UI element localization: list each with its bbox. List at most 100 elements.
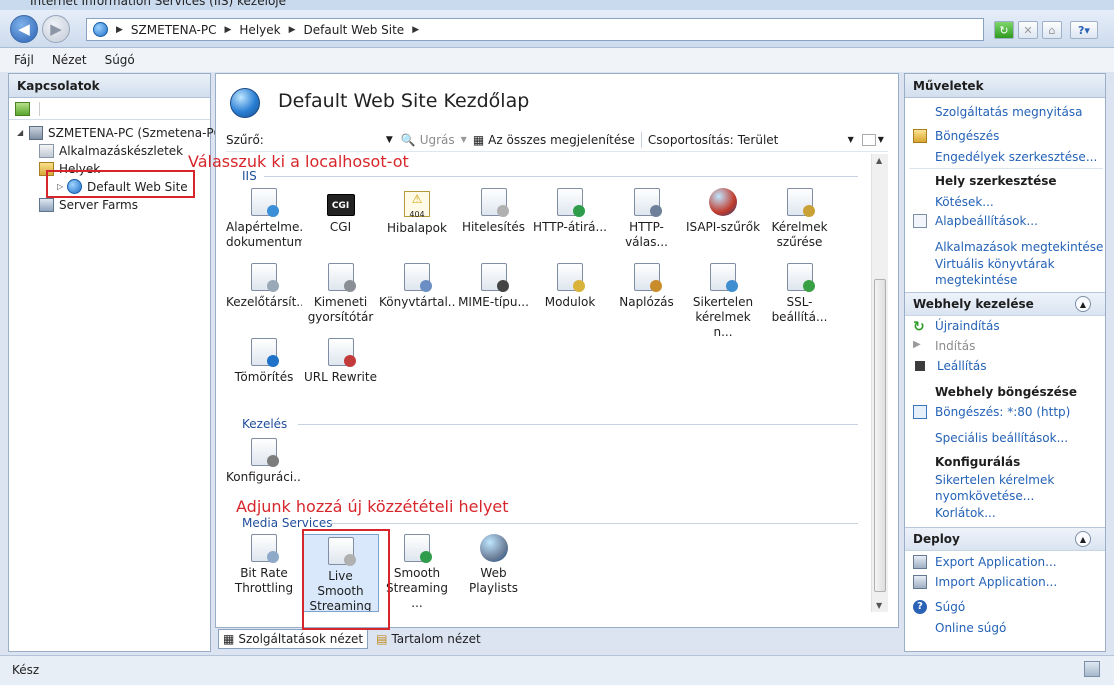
scroll-down-icon[interactable]: ▼ bbox=[876, 601, 882, 610]
basic-settings-link[interactable]: Alapbeállítások... bbox=[913, 214, 1038, 228]
cgi-icon: CGI bbox=[326, 194, 355, 216]
stop-icon[interactable]: ✕ bbox=[1018, 21, 1038, 39]
browse-link[interactable]: Böngészés bbox=[913, 129, 999, 143]
breadcrumb-separator-icon[interactable]: ▶ bbox=[224, 25, 231, 35]
breadcrumb-separator-icon[interactable]: ▶ bbox=[116, 25, 123, 35]
feature-mime-types[interactable]: MIME-típu... bbox=[456, 263, 532, 310]
go-icon: 🔍 bbox=[400, 132, 416, 147]
feature-directory-browsing[interactable]: Könyvtártal... bbox=[379, 263, 455, 310]
feature-label: Hitelesítés bbox=[461, 220, 526, 234]
home-icon[interactable]: ⌂ bbox=[1042, 21, 1062, 39]
feature-failed-request-tracing[interactable]: Sikertelen kérelmek n... bbox=[685, 263, 761, 340]
feature-authentication[interactable]: Hitelesítés bbox=[456, 188, 532, 235]
view-virtual-directories-link[interactable]: Virtuális könyvtárak megtekintése bbox=[935, 256, 1055, 288]
expanded-triangle-icon[interactable]: ◢ bbox=[17, 128, 29, 137]
refresh-icon[interactable]: ↻ bbox=[994, 21, 1014, 39]
feature-compression[interactable]: Tömörítés bbox=[226, 338, 302, 385]
view-mode-icon[interactable] bbox=[861, 133, 876, 146]
breadcrumb-site[interactable]: Default Web Site bbox=[304, 23, 405, 37]
actions-header: Műveletek bbox=[905, 74, 1105, 98]
forward-button[interactable]: ▶ bbox=[42, 15, 70, 43]
online-help-link[interactable]: Online súgó bbox=[935, 620, 1006, 636]
feature-configuration-editor[interactable]: Konfiguráci... bbox=[226, 438, 302, 485]
feature-smooth-streaming[interactable]: Smooth Streaming ... bbox=[379, 534, 455, 611]
limits-link[interactable]: Korlátok... bbox=[935, 505, 996, 521]
feature-ssl-settings[interactable]: SSL-beállítá... bbox=[762, 263, 838, 325]
start-link[interactable]: ▶ Indítás bbox=[913, 339, 975, 353]
tab-features-view[interactable]: ▦ Szolgáltatások nézet bbox=[218, 629, 369, 649]
failed-request-tracing-link[interactable]: Sikertelen kérelmek nyomkövetése... bbox=[935, 472, 1054, 504]
tab-content-view[interactable]: ▤ Tartalom nézet bbox=[372, 629, 485, 649]
breadcrumb-server[interactable]: SZMETENA-PC bbox=[131, 23, 217, 37]
scroll-up-icon[interactable]: ▲ bbox=[876, 156, 882, 165]
browse-window-icon bbox=[913, 405, 927, 419]
menu-help[interactable]: Súgó bbox=[105, 53, 135, 67]
back-button[interactable]: ◀ bbox=[10, 15, 38, 43]
url-rewrite-icon bbox=[327, 338, 356, 367]
collapse-icon[interactable]: ▲ bbox=[1075, 531, 1091, 547]
feature-label: gyorsítótár bbox=[307, 310, 374, 324]
section-divider bbox=[330, 523, 858, 524]
stop-link[interactable]: Leállítás bbox=[913, 359, 987, 373]
directory-browsing-icon bbox=[404, 263, 432, 292]
connections-toolbar bbox=[9, 98, 210, 120]
feature-http-response-headers[interactable]: HTTP-válas... bbox=[609, 188, 685, 250]
help-icon[interactable]: ?▾ bbox=[1070, 21, 1098, 39]
feature-logging[interactable]: Naplózás bbox=[609, 263, 685, 310]
feature-url-rewrite[interactable]: URL Rewrite bbox=[303, 338, 379, 385]
feature-http-redirect[interactable]: HTTP-átirá... bbox=[532, 188, 608, 235]
show-all-button[interactable]: Az összes megjelenítése bbox=[488, 133, 635, 147]
group-by-select[interactable]: Terület ▼ bbox=[734, 131, 856, 149]
filter-dropdown-icon[interactable]: ▼ bbox=[386, 135, 393, 145]
feature-modules[interactable]: Modulok bbox=[532, 263, 608, 310]
breadcrumb-separator-icon[interactable]: ▶ bbox=[289, 25, 296, 35]
globe-icon bbox=[93, 22, 108, 37]
advanced-settings-link[interactable]: Speciális beállítások... bbox=[935, 430, 1068, 446]
help-link[interactable]: ? Súgó bbox=[913, 600, 965, 614]
feature-output-cache[interactable]: Kimeneti gyorsítótár bbox=[303, 263, 379, 325]
stop-square-icon bbox=[915, 361, 925, 371]
new-connection-icon[interactable] bbox=[15, 101, 30, 116]
manage-site-group[interactable]: Webhely kezelése ▲ bbox=[905, 292, 1105, 316]
section-divider bbox=[264, 176, 858, 177]
breadcrumb-sites[interactable]: Helyek bbox=[239, 23, 280, 37]
scrollbar-thumb[interactable] bbox=[874, 279, 886, 592]
breadcrumb-separator-icon[interactable]: ▶ bbox=[412, 25, 419, 35]
go-button[interactable]: Ugrás bbox=[420, 133, 455, 147]
feature-bit-rate-throttling[interactable]: Bit Rate Throttling bbox=[226, 534, 302, 596]
feature-request-filtering[interactable]: Kérelmek szűrése bbox=[762, 188, 838, 250]
browse-site-heading: Webhely böngészése bbox=[935, 385, 1077, 399]
open-feature-link[interactable]: Szolgáltatás megnyitása bbox=[935, 104, 1082, 120]
bindings-link[interactable]: Kötések... bbox=[935, 194, 994, 210]
content-view-icon: ▤ bbox=[376, 632, 388, 646]
feature-web-playlists[interactable]: Web Playlists bbox=[456, 534, 532, 596]
view-applications-link[interactable]: Alkalmazások megtekintése bbox=[935, 239, 1103, 255]
feature-default-document[interactable]: Alapértelme...dokumentum bbox=[226, 188, 302, 250]
tree-item-server[interactable]: ◢ SZMETENA-PC (Szmetena-PC bbox=[17, 124, 222, 141]
feature-error-pages[interactable]: ⚠ 404 Hibalapok bbox=[379, 188, 455, 236]
vertical-scrollbar[interactable]: ▲ ▼ bbox=[871, 154, 888, 612]
basic-settings-label: Alapbeállítások... bbox=[935, 214, 1038, 228]
go-dropdown-icon[interactable]: ▼ bbox=[461, 135, 467, 144]
restart-link[interactable]: ↻ Újraindítás bbox=[913, 319, 1000, 335]
feature-handler-mappings[interactable]: Kezelőtársít... bbox=[226, 263, 302, 310]
browse-port-link[interactable]: Böngészés: *:80 (http) bbox=[913, 405, 1070, 419]
menu-view[interactable]: Nézet bbox=[52, 53, 87, 67]
breadcrumb[interactable]: ▶ SZMETENA-PC ▶ Helyek ▶ Default Web Sit… bbox=[86, 18, 984, 41]
status-text: Kész bbox=[12, 663, 40, 677]
export-application-link[interactable]: Export Application... bbox=[913, 555, 1057, 569]
view-mode-dropdown-icon[interactable]: ▼ bbox=[878, 135, 884, 144]
feature-cgi[interactable]: CGI CGI bbox=[303, 188, 379, 235]
filter-input[interactable] bbox=[267, 130, 386, 149]
tree-item-server-farms[interactable]: Server Farms bbox=[39, 196, 138, 213]
import-application-link[interactable]: Import Application... bbox=[913, 575, 1057, 589]
help-circle-icon: ? bbox=[913, 600, 927, 614]
feature-label: URL Rewrite bbox=[304, 370, 377, 384]
collapse-icon[interactable]: ▲ bbox=[1075, 296, 1091, 312]
ssl-settings-icon bbox=[786, 263, 815, 292]
tree-item-app-pools[interactable]: Alkalmazáskészletek bbox=[39, 142, 183, 159]
feature-isapi-filters[interactable]: ISAPI-szűrők bbox=[685, 188, 761, 235]
deploy-group[interactable]: Deploy ▲ bbox=[905, 527, 1105, 551]
edit-permissions-link[interactable]: Engedélyek szerkesztése... bbox=[935, 149, 1097, 165]
menu-file[interactable]: Fájl bbox=[14, 53, 34, 67]
